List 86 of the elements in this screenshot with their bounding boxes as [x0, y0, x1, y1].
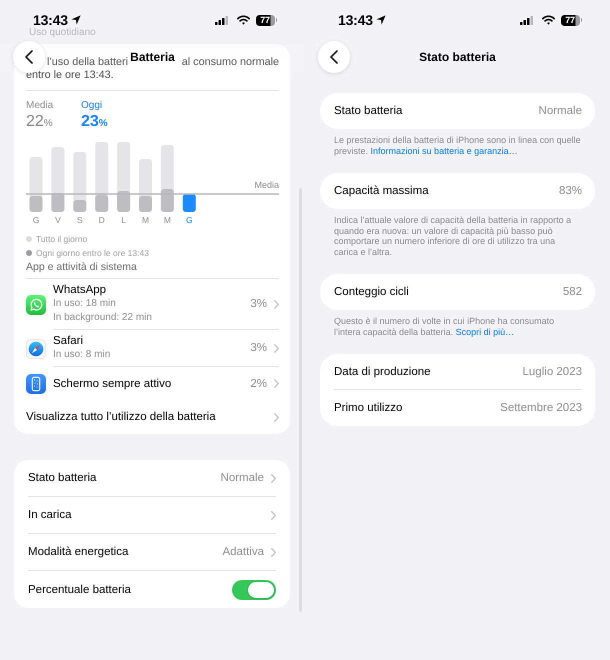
signal-icon [520, 16, 532, 24]
legend-label: Tutto il giorno [36, 234, 88, 244]
chevron-icon [274, 344, 279, 352]
app-name: Safari [53, 334, 84, 348]
chevron-left-icon [25, 50, 33, 64]
chevron-icon [274, 300, 279, 308]
day-bar [95, 142, 108, 212]
chevron-icon [271, 474, 276, 482]
row-value: Normale [538, 105, 582, 117]
stat-value: 22% [26, 113, 54, 132]
day-label: M [142, 215, 150, 225]
day-label: V [55, 215, 61, 225]
setting-label: Modalità energetica [28, 546, 130, 558]
legend-label: Ogni giorno entro le ore 13:43 [36, 248, 149, 258]
day-bar [51, 147, 64, 212]
stat-label: Media [26, 100, 54, 112]
usage-percent: 2% [250, 378, 267, 390]
battery-indicator: 77 [560, 14, 582, 26]
chevron-left-icon [330, 50, 338, 64]
chevron-icon [271, 510, 276, 520]
day-bar [73, 152, 86, 212]
day-label: M [164, 215, 171, 225]
day-label: S [76, 215, 83, 225]
chevron-icon [271, 548, 276, 556]
usage-percent: 3% [250, 298, 267, 310]
chevron-icon [274, 412, 279, 422]
row-label: Capacità massima [334, 185, 429, 197]
day-bar [117, 142, 130, 212]
app-name: Schermo sempre attivo [53, 376, 172, 390]
wifi-icon [542, 15, 554, 25]
stat-value: 23% [81, 113, 109, 132]
row-label: Data di produzione [334, 366, 431, 378]
info-link[interactable]: Informazioni su batteria e garanzia… [370, 146, 518, 156]
location-arrow-icon [376, 15, 386, 25]
setting-value: Normale [220, 472, 264, 484]
row-label: Primo utilizzo [334, 402, 402, 414]
day-label: L [121, 215, 126, 225]
toggle-switch[interactable] [232, 580, 276, 600]
battery-indicator: 77 [256, 14, 277, 26]
row-value: Luglio 2023 [522, 366, 582, 378]
row-label: Stato batteria [334, 105, 402, 117]
row-value: 582 [562, 286, 582, 298]
back-button[interactable] [13, 41, 45, 73]
list-header: App e attività di sistema [26, 261, 138, 273]
day-label: D [98, 215, 105, 225]
setting-value: Adattiva [222, 546, 264, 558]
setting-label: Percentuale batteria [28, 584, 132, 596]
footnote-text: Indica l’attuale valore di capacità della batteria in rapporto a quando era nuova: un valore di capacità più basso può comportare un numero inferiore di ore di utilizzo tra una carica e l’altra. [334, 215, 572, 257]
summary-text: entro le ore 13:43. [26, 69, 114, 82]
screen-title: Stato batteria [419, 50, 496, 64]
chevron-icon [274, 379, 279, 388]
footnote-text: Le prestazioni della batteria di iPhone sono in linea con quelle previste. Informazioni su batteria e garanzia… [334, 135, 581, 156]
signal-icon [214, 16, 228, 24]
location-arrow-icon [70, 15, 81, 25]
usage-detail: In background: 22 min [53, 311, 153, 325]
today-bar [182, 194, 196, 212]
section-header: Uso quotidiano [29, 28, 96, 38]
average-label: Media [254, 180, 279, 190]
day-bar [30, 157, 42, 212]
usage-detail: In uso: 8 min [53, 348, 112, 362]
row-label: Conteggio cicli [334, 286, 409, 298]
back-button[interactable] [318, 41, 350, 73]
usage-percent: 3% [250, 342, 267, 354]
phone-screen-icon [26, 374, 46, 394]
app-name: WhatsApp [53, 283, 108, 297]
summary-text: al consumo normale [182, 56, 279, 69]
status-time: 13:43 [338, 12, 373, 28]
setting-label: In carica [28, 509, 72, 521]
usage-detail: In uso: 18 min [53, 297, 117, 311]
info-link[interactable]: Scopri di più… [456, 326, 514, 336]
day-bar [139, 159, 152, 212]
compass-icon [26, 338, 46, 358]
row-value: Settembre 2023 [500, 402, 582, 414]
day-label: G [186, 215, 193, 225]
footnote-text: Questo è il numero di volte in cui iPhone ha consumato l’intera capacità della batteria. Scopri di più… [334, 316, 556, 337]
wifi-icon [236, 15, 250, 25]
row-value: 83% [558, 185, 582, 197]
summary-text: l’uso della batteri [47, 56, 128, 69]
setting-label: Stato batteria [28, 472, 98, 484]
screen-title: Batteria [130, 50, 175, 64]
stat-label: Oggi [81, 100, 104, 112]
day-bar [160, 145, 174, 212]
day-label: G [32, 215, 40, 225]
status-time: 13:43 [33, 12, 68, 28]
show-all-label: Visualizza tutto l’utilizzo della batteria [26, 411, 217, 423]
chat-bubble-icon [26, 294, 46, 314]
